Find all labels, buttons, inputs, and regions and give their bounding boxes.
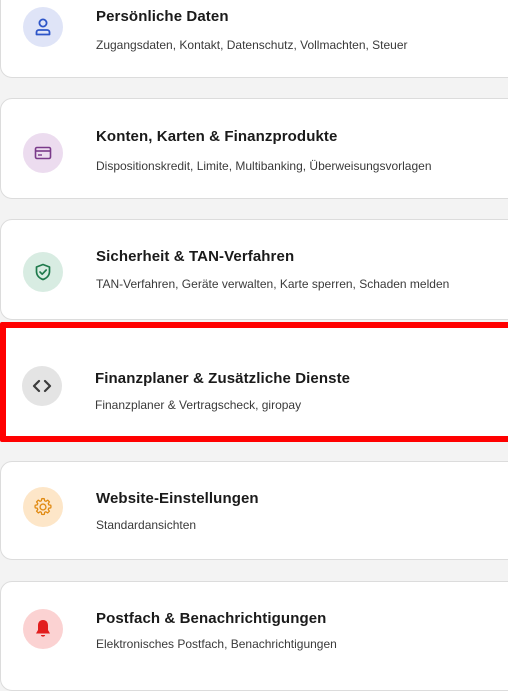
menu-item-accounts-cards[interactable]: Konten, Karten & Finanzprodukte Disposit… [0,98,508,199]
menu-item-subtitle: Dispositionskredit, Limite, Multibanking… [96,159,432,173]
menu-item-subtitle: Finanzplaner & Vertragscheck, giropay [95,398,302,412]
shield-check-icon [23,252,63,292]
bell-icon [23,609,63,649]
menu-item-title: Postfach & Benachrichtigungen [96,610,327,627]
code-brackets-icon [22,366,62,406]
menu-item-title: Konten, Karten & Finanzprodukte [96,128,338,145]
person-icon [23,7,63,47]
menu-item-subtitle: Zugangsdaten, Kontakt, Datenschutz, Voll… [96,38,408,52]
menu-item-subtitle: TAN-Verfahren, Geräte verwalten, Karte s… [96,277,450,291]
menu-item-title: Sicherheit & TAN-Verfahren [96,248,295,265]
menu-item-mailbox-notifications[interactable]: Postfach & Benachrichtigungen Elektronis… [0,581,508,691]
menu-item-subtitle: Elektronisches Postfach, Benachrichtigun… [96,637,337,651]
menu-item-title: Finanzplaner & Zusätzliche Dienste [95,370,351,387]
menu-item-website-settings[interactable]: Website-Einstellungen Standardansichten [0,461,508,560]
menu-item-security-tan[interactable]: Sicherheit & TAN-Verfahren TAN-Verfahren… [0,219,508,320]
gear-icon [23,487,63,527]
menu-item-title: Website-Einstellungen [96,490,259,507]
menu-item-title: Persönliche Daten [96,8,229,25]
menu-item-subtitle: Standardansichten [96,518,197,532]
menu-item-personal-data[interactable]: Persönliche Daten Zugangsdaten, Kontakt,… [0,0,508,78]
menu-item-financial-planner[interactable]: Finanzplaner & Zusätzliche Dienste Finan… [0,322,508,442]
card-icon [23,133,63,173]
